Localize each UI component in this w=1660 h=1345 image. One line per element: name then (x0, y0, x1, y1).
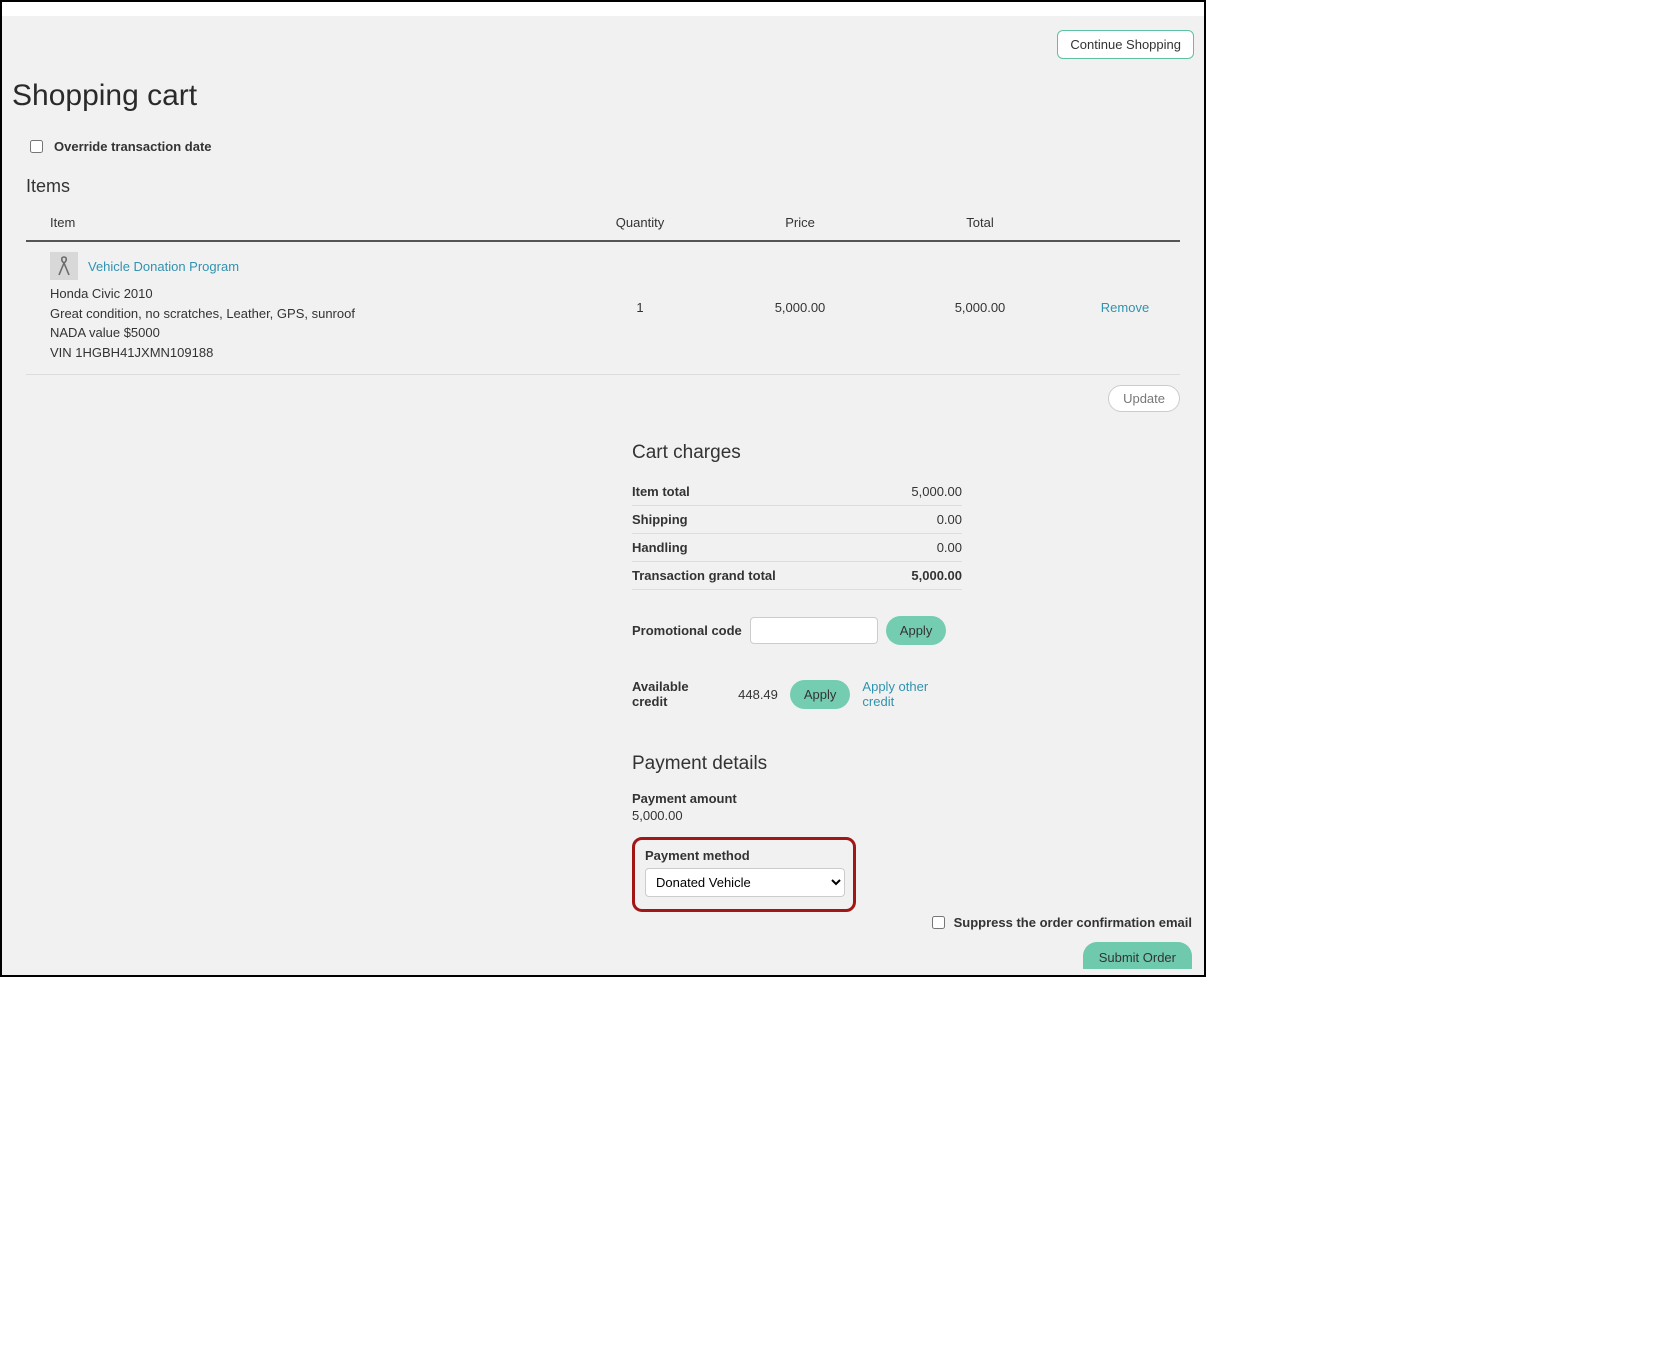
item-price: 5,000.00 (710, 300, 890, 315)
grand-total-label: Transaction grand total (632, 568, 776, 583)
item-desc-line: Honda Civic 2010 (50, 284, 570, 304)
suppress-email-checkbox[interactable] (932, 916, 945, 929)
item-desc-line: VIN 1HGBH41JXMN109188 (50, 343, 570, 363)
item-total-label: Item total (632, 484, 690, 499)
col-item: Item (50, 215, 570, 230)
items-header: Item Quantity Price Total (26, 207, 1180, 242)
table-row: Vehicle Donation Program Honda Civic 201… (26, 242, 1180, 375)
payment-method-select[interactable]: Donated Vehicle (645, 868, 845, 897)
grand-total-value: 5,000.00 (911, 568, 962, 583)
promo-apply-button[interactable]: Apply (886, 616, 947, 645)
apply-other-credit-link[interactable]: Apply other credit (862, 679, 962, 709)
handling-value: 0.00 (937, 540, 962, 555)
update-button[interactable]: Update (1108, 385, 1180, 412)
payment-amount-label: Payment amount (632, 791, 962, 806)
page-title: Shopping cart (12, 79, 1194, 113)
payment-details-heading: Payment details (632, 753, 962, 775)
continue-shopping-button[interactable]: Continue Shopping (1057, 30, 1194, 59)
remove-link[interactable]: Remove (1070, 300, 1180, 315)
items-table: Item Quantity Price Total Vehicle Donati… (26, 207, 1180, 375)
available-credit-value: 448.49 (738, 687, 778, 702)
items-heading: Items (26, 176, 1194, 197)
promo-code-label: Promotional code (632, 623, 742, 638)
payment-amount-value: 5,000.00 (632, 808, 962, 823)
col-quantity: Quantity (570, 215, 710, 230)
item-total-value: 5,000.00 (911, 484, 962, 499)
shipping-value: 0.00 (937, 512, 962, 527)
col-total: Total (890, 215, 1070, 230)
col-price: Price (710, 215, 890, 230)
available-credit-label: Available credit (632, 679, 726, 709)
handling-label: Handling (632, 540, 688, 555)
item-desc-line: Great condition, no scratches, Leather, … (50, 304, 570, 324)
item-desc-line: NADA value $5000 (50, 323, 570, 343)
override-date-label: Override transaction date (54, 139, 212, 154)
payment-method-label: Payment method (645, 848, 843, 863)
item-quantity: 1 (570, 300, 710, 315)
credit-apply-button[interactable]: Apply (790, 680, 851, 709)
suppress-email-label: Suppress the order confirmation email (954, 915, 1192, 930)
shipping-label: Shipping (632, 512, 688, 527)
item-name-link[interactable]: Vehicle Donation Program (88, 259, 239, 274)
payment-method-highlight: Payment method Donated Vehicle (632, 837, 856, 912)
submit-order-button[interactable]: Submit Order (1083, 942, 1192, 969)
cart-charges-heading: Cart charges (632, 442, 962, 464)
ribbon-icon (50, 252, 78, 280)
promo-code-input[interactable] (750, 617, 878, 644)
override-date-checkbox[interactable] (30, 140, 43, 153)
item-total: 5,000.00 (890, 300, 1070, 315)
